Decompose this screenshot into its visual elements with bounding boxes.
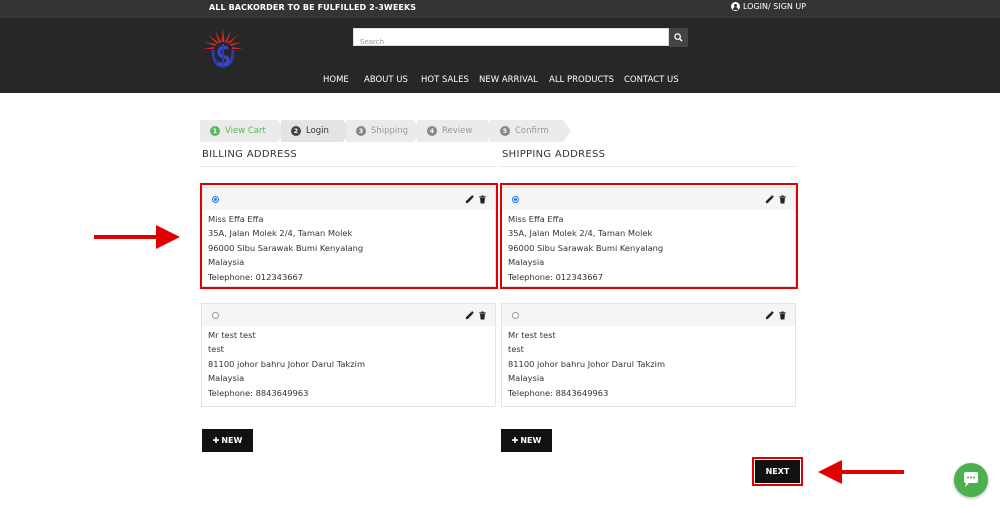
new-billing-address-button[interactable]: ✚ NEW (202, 429, 253, 452)
address-radio[interactable] (512, 312, 519, 319)
billing-highlight-box (200, 183, 498, 289)
shipping-address-title: SHIPPING ADDRESS (502, 149, 606, 160)
arrow-left-icon (818, 460, 904, 484)
nav-home[interactable]: HOME (323, 75, 349, 85)
shipping-address-card[interactable]: Mr test test test 81100 johor bahru Joho… (501, 303, 796, 407)
step-number: 2 (291, 126, 301, 136)
step-confirm[interactable]: 5 Confirm (490, 120, 563, 142)
step-label: Confirm (515, 126, 549, 136)
search-input[interactable] (354, 34, 668, 50)
step-number: 4 (427, 126, 437, 136)
new-label: NEW (221, 436, 243, 445)
address-radio[interactable] (212, 312, 219, 319)
card-header (202, 304, 495, 326)
plus-icon: ✚ (212, 436, 220, 445)
shipping-divider (501, 166, 796, 167)
step-number: 1 (210, 126, 220, 136)
address-line2: 81100 johor bahru Johor Darul Takzim (508, 358, 666, 369)
edit-icon[interactable] (465, 311, 474, 320)
address-details: Mr test test test 81100 johor bahru Joho… (202, 326, 495, 404)
billing-address-card[interactable]: Mr test test test 81100 johor bahru Joho… (201, 303, 496, 407)
address-phone: Telephone: 8843649963 (508, 387, 609, 398)
nav-hot-sales[interactable]: HOT SALES (421, 75, 469, 85)
address-name: Mr test test (508, 330, 556, 340)
step-shipping[interactable]: 3 Shipping (346, 120, 414, 142)
promo-text: ALL BACKORDER TO BE FULFILLED 2-3WEEKS (209, 3, 417, 12)
delete-icon[interactable] (778, 311, 787, 320)
billing-address-title: BILLING ADDRESS (202, 149, 298, 160)
site-header: HOME ABOUT US HOT SALES NEW ARRIVAL ALL … (0, 18, 1000, 93)
nav-about-us[interactable]: ABOUT US (364, 75, 408, 85)
user-icon (731, 2, 740, 11)
step-number: 5 (500, 126, 510, 136)
search-icon (674, 33, 683, 42)
address-country: Malaysia (508, 373, 545, 384)
search-button[interactable] (669, 28, 688, 47)
nav-all-products[interactable]: ALL PRODUCTS (549, 75, 614, 85)
address-country: Malaysia (208, 373, 245, 384)
step-login[interactable]: 2 Login (281, 120, 343, 142)
delete-icon[interactable] (478, 311, 487, 320)
login-signup-label: LOGIN/ SIGN UP (743, 2, 807, 11)
new-shipping-address-button[interactable]: ✚ NEW (501, 429, 552, 452)
address-phone: Telephone: 8843649963 (208, 387, 309, 398)
nav-contact-us[interactable]: CONTACT US (624, 75, 679, 85)
step-label: View Cart (225, 126, 266, 136)
step-label: Login (306, 126, 329, 136)
search-bar (353, 28, 669, 50)
address-name: Mr test test (208, 330, 256, 340)
next-button[interactable]: NEXT (755, 460, 800, 483)
card-header (502, 304, 795, 326)
plus-icon: ✚ (511, 436, 519, 445)
chat-icon (964, 472, 978, 487)
address-details: Mr test test test 81100 johor bahru Joho… (502, 326, 795, 404)
brand-logo[interactable] (199, 22, 247, 70)
step-number: 3 (356, 126, 366, 136)
nav-new-arrival[interactable]: NEW ARRIVAL (479, 75, 538, 85)
billing-divider (201, 166, 496, 167)
announcement-bar: ALL BACKORDER TO BE FULFILLED 2-3WEEKS L… (0, 0, 1000, 18)
step-review[interactable]: 4 Review (417, 120, 487, 142)
new-label: NEW (520, 436, 542, 445)
step-label: Review (442, 126, 473, 136)
shipping-highlight-box (500, 183, 798, 289)
chat-button[interactable] (954, 463, 988, 497)
login-signup-link[interactable]: LOGIN/ SIGN UP (731, 2, 806, 11)
step-label: Shipping (371, 126, 409, 136)
address-line1: test (508, 344, 524, 355)
address-line2: 81100 johor bahru Johor Darul Takzim (208, 358, 366, 369)
main-nav: HOME ABOUT US HOT SALES NEW ARRIVAL ALL … (0, 75, 1000, 87)
address-line1: test (208, 344, 224, 355)
edit-icon[interactable] (765, 311, 774, 320)
step-view-cart[interactable]: 1 View Cart (200, 120, 278, 142)
arrow-right-icon (94, 225, 180, 249)
